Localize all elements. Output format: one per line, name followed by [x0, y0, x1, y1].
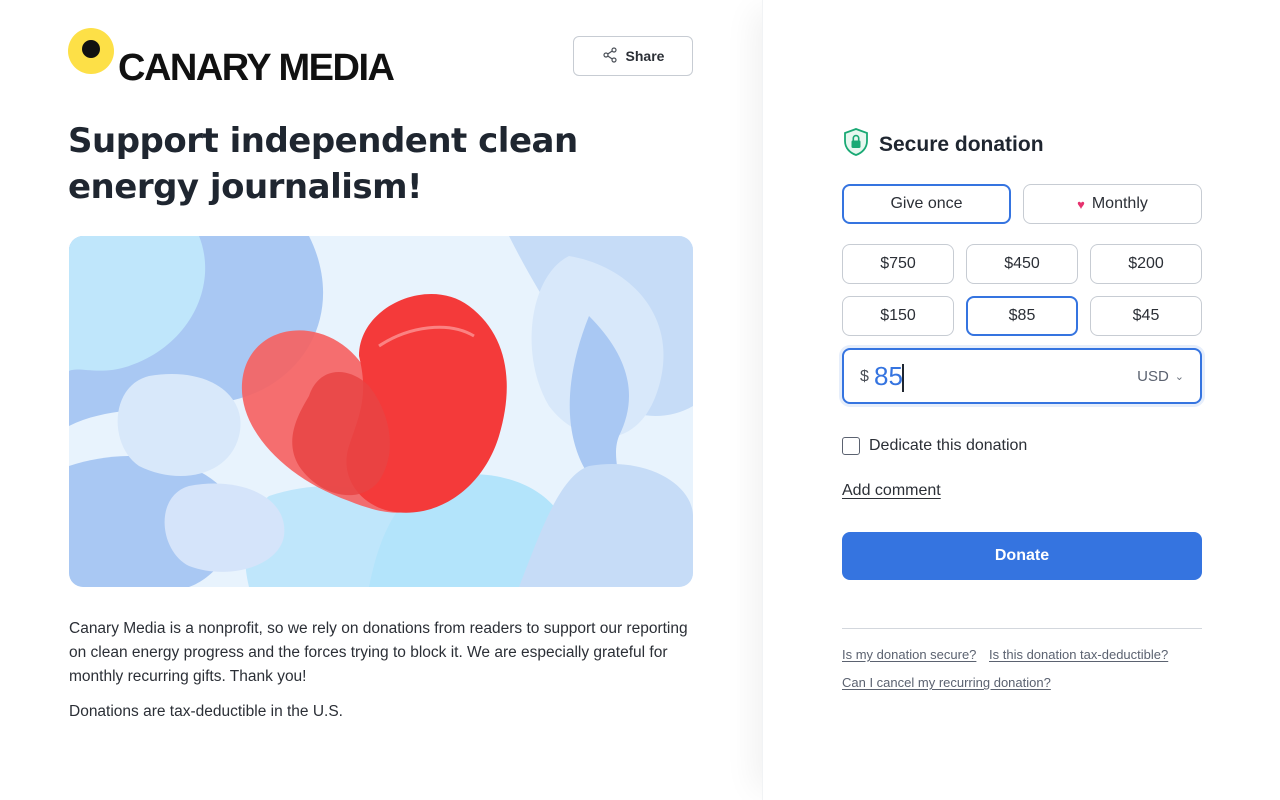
share-label: Share — [625, 48, 665, 64]
dedicate-label: Dedicate this donation — [869, 437, 1028, 454]
description-paragraph: Canary Media is a nonprofit, so we rely … — [69, 620, 688, 685]
canary-logo-mark — [68, 28, 114, 74]
amount-option-450[interactable]: $450 — [966, 244, 1078, 284]
custom-amount-input[interactable]: $ 85 USD ⌄ — [842, 348, 1202, 404]
monthly-label: Monthly — [1091, 195, 1148, 212]
add-comment-link[interactable]: Add comment — [842, 482, 941, 500]
heart-icon: ♥ — [1077, 196, 1085, 212]
monthly-tab[interactable]: ♥ Monthly — [1023, 184, 1202, 224]
campaign-panel: CANARY MEDIA Share Support independent c… — [0, 0, 762, 800]
amount-option-200[interactable]: $200 — [1090, 244, 1202, 284]
amount-option-750[interactable]: $750 — [842, 244, 954, 284]
divider — [842, 628, 1202, 629]
canary-media-logo[interactable]: CANARY MEDIA — [68, 28, 448, 88]
faq-link-secure[interactable]: Is my donation secure? — [842, 647, 976, 662]
amount-value[interactable]: 85 — [874, 361, 903, 392]
logo-wordmark: CANARY MEDIA — [118, 47, 395, 89]
donation-form: Secure donation Give once ♥ Monthly $750… — [762, 0, 1280, 800]
give-once-tab[interactable]: Give once — [842, 184, 1011, 224]
amount-option-45[interactable]: $45 — [1090, 296, 1202, 336]
dedicate-checkbox[interactable] — [842, 437, 860, 455]
currency-symbol: $ — [860, 368, 869, 385]
secure-donation-header: Secure donation — [843, 128, 1044, 161]
text-cursor — [902, 364, 904, 392]
shield-lock-icon — [843, 128, 869, 161]
chevron-down-icon: ⌄ — [1174, 371, 1184, 383]
donate-button[interactable]: Donate — [842, 532, 1202, 580]
dedicate-option[interactable]: Dedicate this donation — [842, 437, 1027, 455]
heart-illustration — [69, 236, 693, 587]
currency-label: USD — [1137, 368, 1169, 385]
share-button[interactable]: Share — [573, 36, 693, 76]
donation-page: CANARY MEDIA Share Support independent c… — [0, 0, 1280, 800]
tax-deductible-note: Donations are tax-deductible in the U.S. — [69, 703, 343, 720]
hero-image — [69, 236, 693, 587]
amount-option-85[interactable]: $85 — [966, 296, 1078, 336]
amount-option-150[interactable]: $150 — [842, 296, 954, 336]
page-title: Support independent clean energy journal… — [68, 121, 578, 207]
faq-link-tax-deductible[interactable]: Is this donation tax-deductible? — [989, 647, 1168, 662]
faq-link-cancel-recurring[interactable]: Can I cancel my recurring donation? — [842, 675, 1051, 690]
currency-select[interactable]: USD ⌄ — [1137, 368, 1184, 385]
share-icon — [602, 46, 618, 66]
secure-donation-title: Secure donation — [879, 132, 1044, 156]
